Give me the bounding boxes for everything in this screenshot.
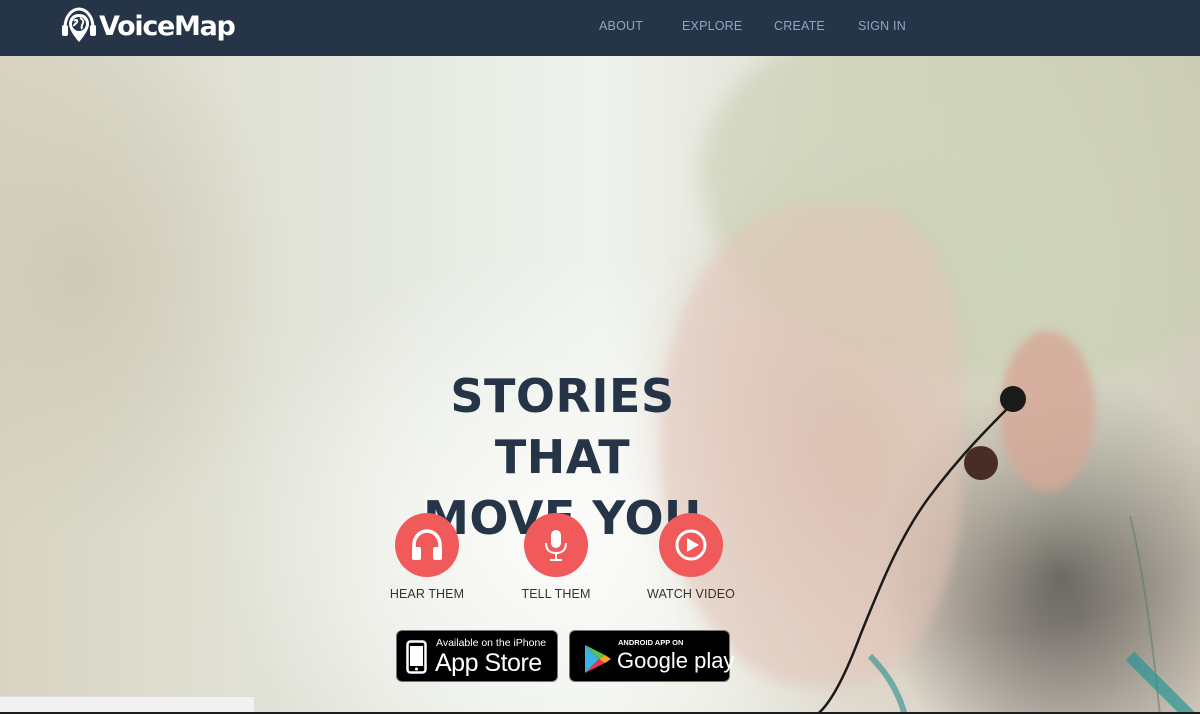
iphone-icon <box>406 640 427 674</box>
tell-them-label: TELL THEM <box>521 587 591 601</box>
nav-explore[interactable]: EXPLORE <box>682 19 742 33</box>
watch-video-circle <box>659 513 723 577</box>
play-circle-icon <box>675 529 707 561</box>
headline-line-1: STORIES THAT <box>450 369 675 484</box>
headphones-icon <box>412 529 442 560</box>
google-play-big-text: Google play <box>617 648 734 674</box>
microphone-icon <box>545 530 567 561</box>
app-store-big-text: App Store <box>435 649 542 677</box>
hear-them-label: HEAR THEM <box>389 587 465 601</box>
hear-them-circle <box>395 513 459 577</box>
app-store-small-text: Available on the iPhone <box>436 637 547 649</box>
watch-video-label: WATCH VIDEO <box>647 587 735 601</box>
nav-sign-in[interactable]: SIGN IN <box>858 19 906 33</box>
play-word: play <box>694 648 735 673</box>
tell-them-button[interactable]: TELL THEM <box>496 513 616 601</box>
app-store-badge[interactable]: Available on the iPhone App Store <box>396 630 558 682</box>
tell-them-circle <box>524 513 588 577</box>
nav-create[interactable]: CREATE <box>774 19 825 33</box>
watch-video-button[interactable]: WATCH VIDEO <box>631 513 751 601</box>
hear-them-button[interactable]: HEAR THEM <box>367 513 487 601</box>
browser-status-bar <box>0 696 255 713</box>
top-navbar: VoiceMap ABOUT EXPLORE CREATE SIGN IN <box>0 0 1200 56</box>
google-word: Google <box>617 648 688 673</box>
nav-about[interactable]: ABOUT <box>599 19 643 33</box>
google-play-triangle-icon <box>585 645 611 673</box>
google-play-badge[interactable]: ANDROID APP ON Google play <box>569 630 734 682</box>
google-play-small-text: ANDROID APP ON <box>618 638 684 647</box>
main-nav: ABOUT EXPLORE CREATE SIGN IN <box>0 19 1200 39</box>
